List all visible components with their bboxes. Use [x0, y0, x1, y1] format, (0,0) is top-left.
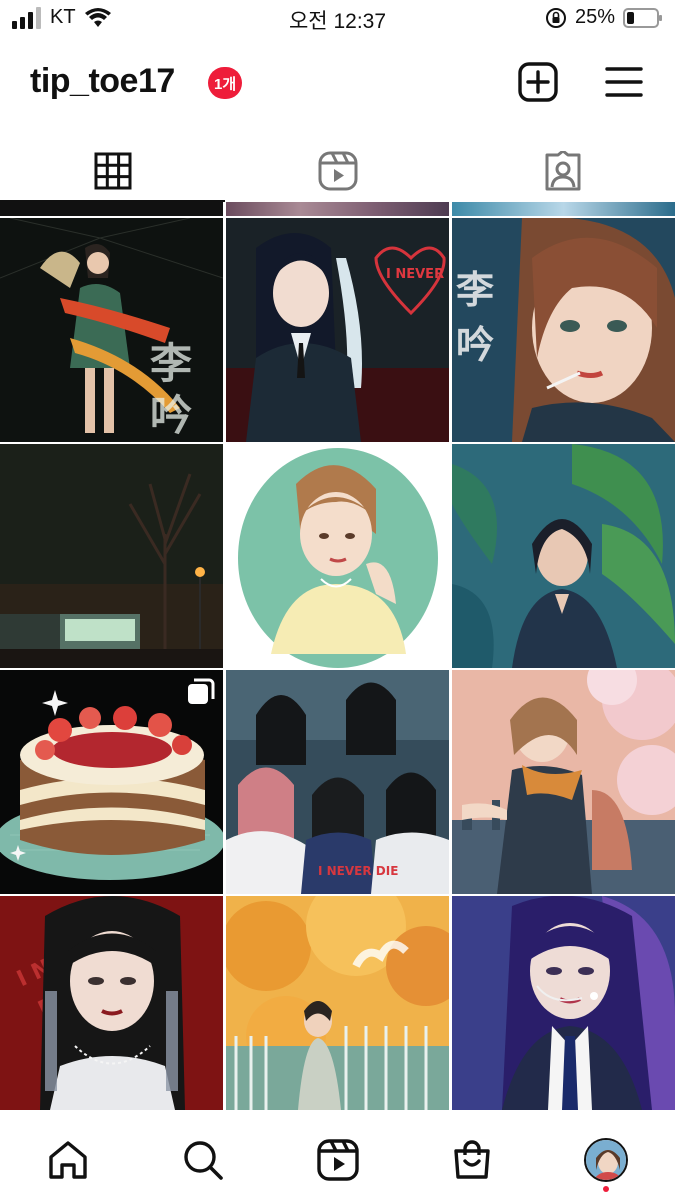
post-tile-partial[interactable] — [452, 202, 675, 216]
reels-icon — [318, 151, 357, 191]
posts-grid: 李 吟 I NEVER DIE 李 — [0, 202, 675, 1110]
profile-activity-dot — [603, 1186, 609, 1192]
nav-home[interactable] — [38, 1130, 98, 1190]
post-tile[interactable]: I NEVER DIE — [226, 218, 449, 442]
home-icon — [49, 1141, 87, 1179]
profile-avatar-icon — [584, 1138, 628, 1182]
menu-icon — [605, 67, 643, 97]
post-tile[interactable] — [226, 444, 449, 668]
post-artwork — [452, 896, 675, 1110]
post-tile[interactable] — [0, 670, 223, 894]
new-post-icon — [518, 62, 558, 102]
post-tile[interactable]: 李 吟 — [0, 218, 223, 442]
menu-button[interactable] — [602, 60, 646, 104]
post-tile[interactable]: I NEVER DIE — [226, 670, 449, 894]
grid-icon — [94, 152, 131, 190]
tab-tagged[interactable] — [450, 140, 675, 202]
post-artwork — [226, 444, 449, 668]
post-tile-partial[interactable] — [0, 202, 223, 216]
profile-header: tip_toe17 1개 — [0, 50, 675, 120]
post-artwork — [452, 444, 675, 668]
reels-icon — [317, 1139, 359, 1181]
status-bar: KT 오전 12:37 25% — [0, 0, 675, 40]
search-icon — [184, 1141, 223, 1180]
post-tile[interactable] — [226, 896, 449, 1110]
post-artwork: 李 吟 — [452, 218, 675, 442]
post-artwork: 李 吟 — [0, 218, 223, 442]
post-artwork — [452, 670, 675, 894]
battery-percent: 25% — [574, 6, 615, 28]
battery-icon — [623, 7, 662, 28]
status-right: 25% — [545, 6, 663, 29]
username-switcher[interactable]: tip_toe17 — [30, 62, 175, 101]
post-caption-glyph: 吟 — [150, 391, 192, 440]
post-artwork: I NEVER DIE — [0, 896, 223, 1110]
nav-profile[interactable] — [576, 1130, 636, 1190]
profile-tabs — [0, 140, 675, 202]
svg-text:I NEVER DIE: I NEVER DIE — [318, 864, 398, 878]
post-artwork — [0, 444, 223, 668]
nav-reels[interactable] — [308, 1130, 368, 1190]
post-caption-glyph: 吟 — [456, 323, 494, 367]
post-tile[interactable] — [452, 670, 675, 894]
post-caption-text: I NEVER DIE — [386, 267, 449, 282]
nav-shop[interactable] — [442, 1130, 502, 1190]
nav-search[interactable] — [173, 1130, 233, 1190]
post-tile[interactable]: I NEVER DIE — [0, 896, 223, 1110]
post-artwork: I NEVER DIE — [226, 218, 449, 442]
post-tile[interactable] — [452, 444, 675, 668]
post-artwork — [226, 896, 449, 1110]
orientation-lock-icon — [545, 7, 566, 28]
post-caption-glyph: 李 — [456, 268, 494, 312]
tab-posts-grid[interactable] — [0, 140, 225, 202]
post-artwork: I NEVER DIE — [226, 670, 449, 894]
tagged-icon — [545, 151, 580, 191]
post-tile-partial[interactable] — [226, 202, 449, 216]
tab-reels[interactable] — [225, 140, 450, 202]
post-caption-glyph: 李 — [150, 339, 192, 388]
bottom-navigation — [0, 1110, 675, 1200]
post-tile[interactable] — [0, 444, 223, 668]
post-tile[interactable]: 李 吟 — [452, 218, 675, 442]
post-tile[interactable] — [452, 896, 675, 1110]
notification-badge[interactable]: 1개 — [208, 67, 243, 99]
new-post-button[interactable] — [516, 60, 560, 104]
shop-icon — [454, 1140, 490, 1179]
multiple-photos-icon — [188, 678, 215, 704]
